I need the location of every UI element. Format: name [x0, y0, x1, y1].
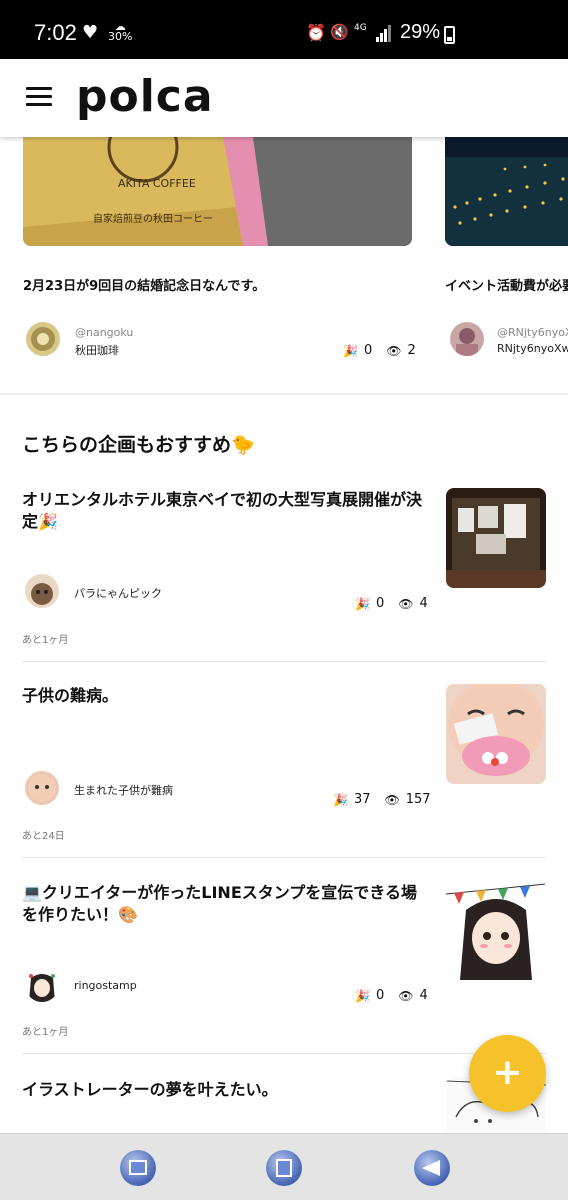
avatar[interactable]	[25, 574, 59, 608]
eye-icon: 👁	[398, 988, 414, 1003]
avatar[interactable]	[450, 322, 484, 356]
eye-icon: 👁	[386, 343, 402, 358]
eye-icon: 👁	[398, 596, 414, 611]
list-item[interactable]: イラストレーターの夢を叶えたい。	[22, 1077, 547, 1133]
section-title: こちらの企画もおすすめ🐤	[22, 434, 255, 456]
battery-icon	[444, 26, 455, 44]
time-remaining: あと24日	[22, 831, 65, 842]
support-count: 37	[353, 792, 371, 807]
avatar[interactable]	[25, 771, 59, 805]
avatar[interactable]	[26, 322, 60, 356]
party-popper-icon: 🎉	[333, 792, 348, 807]
create-project-button[interactable]: +	[469, 1035, 546, 1112]
featured-carousel[interactable]: AKITA COFFEE 自家焙煎豆の秋田コーヒー 2月23日が9回目の結婚記念…	[0, 137, 568, 393]
view-count: 4	[419, 596, 428, 611]
hamburger-menu-icon[interactable]	[26, 87, 52, 107]
user-name: ringostamp	[74, 979, 137, 992]
home-button[interactable]	[266, 1150, 302, 1186]
item-title[interactable]: 子供の難病。	[22, 685, 422, 707]
time-remaining: あと1ヶ月	[22, 635, 69, 646]
support-count: 0	[375, 988, 385, 1003]
section-divider	[0, 393, 568, 395]
card-thumbnail[interactable]: AKITA COFFEE 自家焙煎豆の秋田コーヒー	[23, 137, 412, 246]
card-stats: 🎉 0 👁 2	[343, 343, 416, 358]
back-button[interactable]	[414, 1150, 450, 1186]
divider	[22, 1053, 547, 1054]
card-thumbnail[interactable]	[445, 137, 568, 246]
weather-value: 30%	[108, 30, 133, 43]
party-popper-icon: 🎉	[355, 988, 370, 1003]
view-count: 157	[405, 792, 431, 807]
view-count: 2	[407, 343, 416, 358]
user-handle: @nangoku	[75, 326, 134, 339]
list-item[interactable]: オリエンタルホテル東京ベイで初の大型写真展開催が決定🎉 パラにゃんピック 🎉 0…	[22, 488, 547, 662]
item-thumbnail[interactable]	[446, 880, 546, 980]
featured-card[interactable]: イベント活動費が必要 @RNjty6nyoXw RNjty6nyoXw2	[445, 137, 568, 356]
status-bar: 7:02 ♥ ☁ 30% ⏰ 🔇 4G 29%	[0, 0, 568, 59]
item-stats: 🎉 37 👁 157	[333, 792, 431, 807]
battery-percent: 29%	[400, 21, 441, 43]
item-title[interactable]: イラストレーターの夢を叶えたい。	[22, 1079, 422, 1101]
divider	[22, 857, 547, 858]
item-title[interactable]: 💻クリエイターが作ったLINEスタンプを宣伝できる場を作りたい！🎨	[22, 882, 422, 926]
support-count: 0	[363, 343, 373, 358]
featured-card[interactable]: AKITA COFFEE 自家焙煎豆の秋田コーヒー 2月23日が9回目の結婚記念…	[23, 137, 416, 358]
party-popper-icon: 🎉	[343, 343, 358, 358]
item-stats: 🎉 0 👁 4	[355, 988, 428, 1003]
item-stats: 🎉 0 👁 4	[355, 596, 428, 611]
svg-text:自家焙煎豆の秋田コーヒー: 自家焙煎豆の秋田コーヒー	[93, 212, 213, 225]
item-thumbnail[interactable]	[446, 684, 546, 784]
app-header: polca	[0, 59, 568, 137]
eye-icon: 👁	[384, 792, 400, 807]
alarm-icon: ⏰	[306, 23, 326, 42]
divider	[22, 661, 547, 662]
party-popper-icon: 🎉	[355, 596, 370, 611]
user-name: RNjty6nyoXw2	[497, 342, 568, 355]
item-thumbnail[interactable]	[446, 488, 546, 588]
back-icon	[422, 1160, 440, 1176]
svg-text:AKITA COFFEE: AKITA COFFEE	[118, 177, 196, 190]
item-title[interactable]: オリエンタルホテル東京ベイで初の大型写真展開催が決定🎉	[22, 489, 422, 533]
avatar[interactable]	[25, 968, 59, 1002]
list-item[interactable]: 💻クリエイターが作ったLINEスタンプを宣伝できる場を作りたい！🎨 ringos…	[22, 880, 547, 1054]
support-count: 0	[375, 596, 385, 611]
home-icon	[276, 1159, 292, 1177]
card-title[interactable]: 2月23日が9回目の結婚記念日なんです。	[23, 275, 265, 294]
user-name: パラにゃんピック	[74, 587, 162, 600]
status-time: 7:02	[34, 20, 77, 45]
recent-apps-button[interactable]	[120, 1150, 156, 1186]
mute-icon: 🔇	[330, 23, 349, 41]
network-type: 4G	[354, 23, 367, 33]
app-logo[interactable]: polca	[76, 71, 214, 122]
card-title[interactable]: イベント活動費が必要	[445, 275, 568, 294]
view-count: 4	[419, 988, 428, 1003]
user-name: 生まれた子供が難病	[74, 784, 173, 797]
recent-apps-icon	[129, 1160, 147, 1175]
time-remaining: あと1ヶ月	[22, 1027, 69, 1038]
system-nav-bar	[0, 1133, 568, 1200]
signal-icon	[376, 24, 392, 42]
list-item[interactable]: 子供の難病。 生まれた子供が難病 🎉 37 👁 157 あと24日	[22, 684, 547, 858]
heart-icon: ♥	[82, 22, 99, 43]
user-name: 秋田珈琲	[75, 344, 119, 357]
user-handle: @RNjty6nyoXw	[497, 326, 568, 339]
weather-indicator: ☁ 30%	[108, 21, 133, 43]
